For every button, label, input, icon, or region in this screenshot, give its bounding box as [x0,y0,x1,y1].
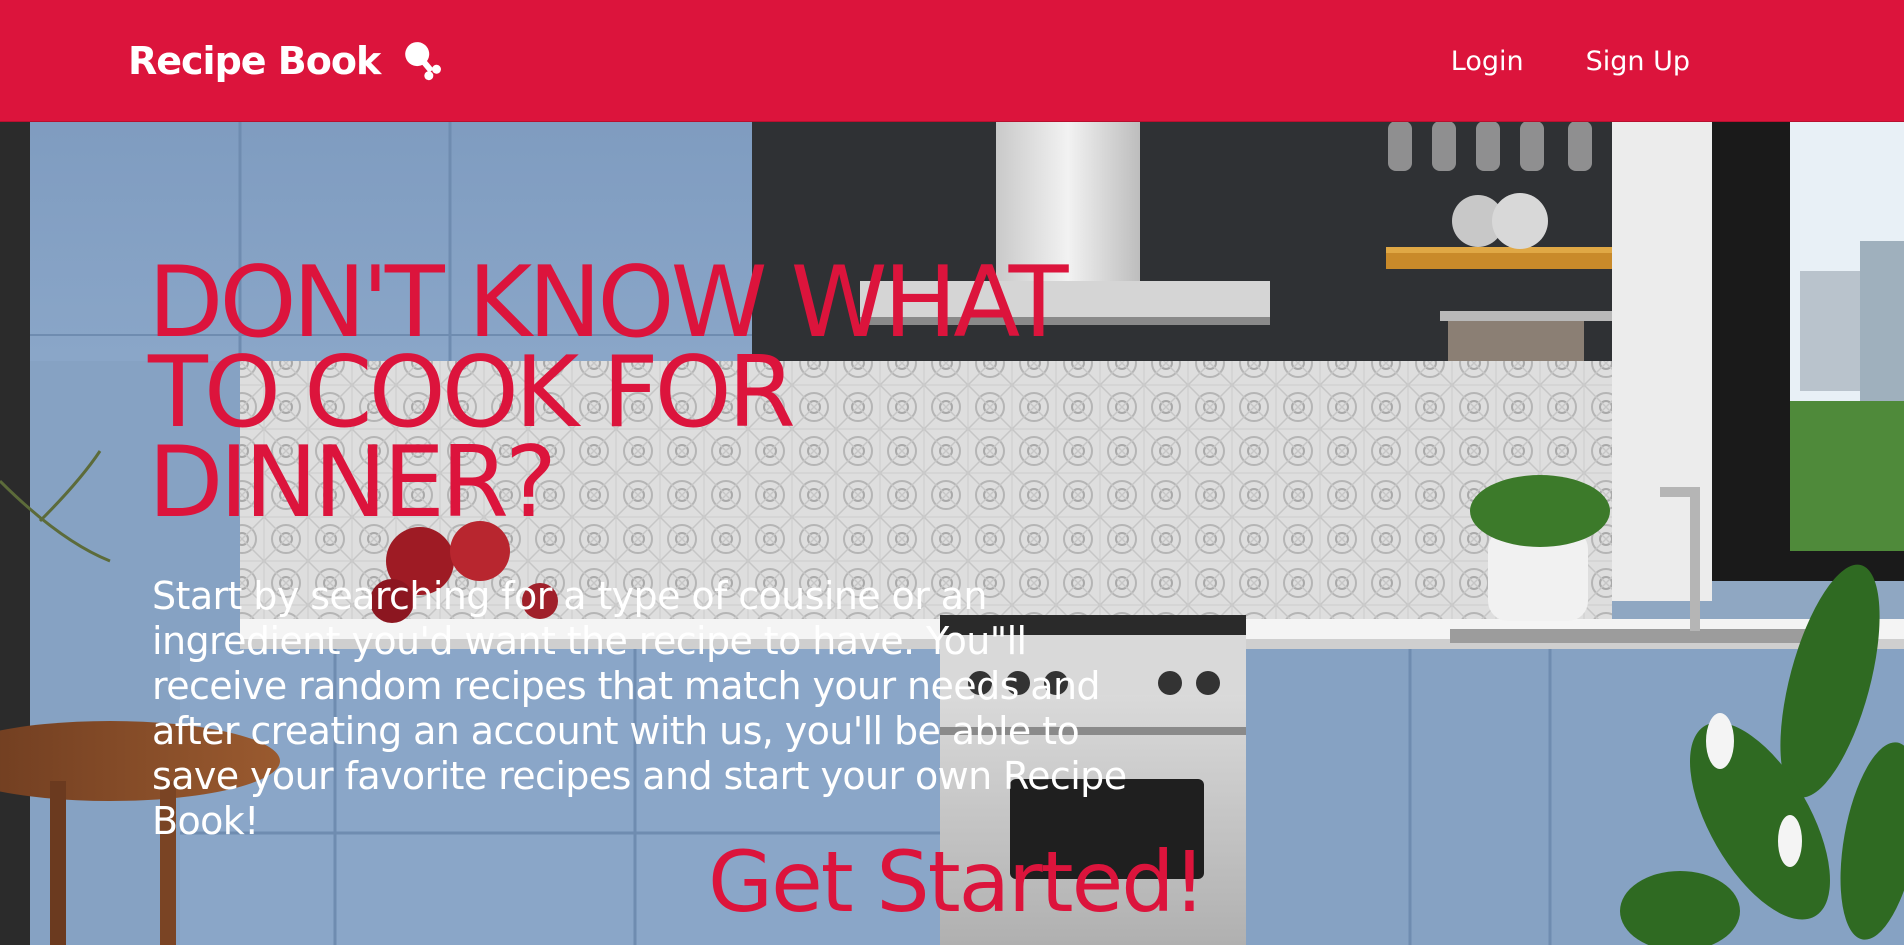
brand-title: Recipe Book [128,39,381,83]
drumstick-icon [400,38,446,84]
hero-headline: DON'T KNOW WHAT TO COOK FOR DINNER? [148,246,1069,540]
brand-home-link[interactable]: Recipe Book [128,36,446,86]
top-navbar: Recipe Book Login Sign Up [0,0,1904,122]
get-started-button[interactable]: Get Started! [708,832,1206,932]
landing-page: Recipe Book Login Sign Up DON'T KNOW WHA… [0,0,1904,945]
hero-description: Start by searching for a type of cousine… [152,574,1127,843]
nav-links: Login Sign Up [1389,44,1690,80]
sign-up-link[interactable]: Sign Up [1586,44,1690,80]
login-link[interactable]: Login [1451,44,1524,80]
